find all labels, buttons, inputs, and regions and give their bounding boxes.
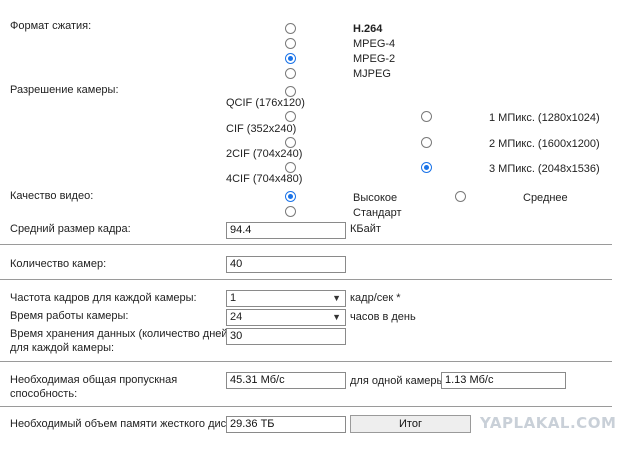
resolution-option-cif: CIF (352x240) xyxy=(226,123,297,135)
camera-count-field[interactable]: 40 xyxy=(226,256,346,273)
frame-size-label: Средний размер кадра: xyxy=(10,223,131,235)
bandwidth-per-camera-field[interactable]: 1.13 Мб/с xyxy=(441,372,566,389)
bandwidth-total-field[interactable]: 45.31 Мб/с xyxy=(226,372,346,389)
resolution-option-qcif: QCIF (176x120) xyxy=(226,97,305,109)
storage-days-field[interactable]: 30 xyxy=(226,328,346,345)
divider xyxy=(0,279,612,280)
disk-label: Необходимый объем памяти жесткого диска: xyxy=(10,418,241,430)
resolution-option-3mp: 3 МПикс. (2048x1536) xyxy=(489,163,600,175)
resolution-radio-3mp[interactable] xyxy=(421,162,432,173)
resolution-radio-cif[interactable] xyxy=(285,111,296,122)
resolution-option-2mp: 2 МПикс. (1600x1200) xyxy=(489,138,600,150)
total-button[interactable]: Итог xyxy=(350,415,471,433)
fps-select[interactable]: 1 ▼ xyxy=(226,290,346,307)
resolution-radio-1mp[interactable] xyxy=(421,111,432,122)
camera-count-label: Количество камер: xyxy=(10,258,107,270)
compression-option-mjpeg: MJPEG xyxy=(353,68,391,80)
compression-radio-mpeg4[interactable] xyxy=(285,38,296,49)
work-time-select[interactable]: 24 ▼ xyxy=(226,309,346,326)
resolution-radio-qcif[interactable] xyxy=(285,86,296,97)
chevron-down-icon: ▼ xyxy=(332,312,341,322)
quality-radio-standard[interactable] xyxy=(285,206,296,217)
quality-radio-high[interactable] xyxy=(285,191,296,202)
storage-days-label-line1: Время хранения данных (количество дней) xyxy=(10,328,232,340)
quality-option-standard: Стандарт xyxy=(353,207,402,219)
compression-label: Формат сжатия: xyxy=(10,20,92,32)
fps-select-value: 1 xyxy=(230,292,237,304)
resolution-option-4cif: 4CIF (704x480) xyxy=(226,173,303,185)
divider xyxy=(0,244,612,245)
resolution-option-2cif: 2CIF (704x240) xyxy=(226,148,303,160)
quality-label: Качество видео: xyxy=(10,190,94,202)
compression-option-mpeg2: MPEG-2 xyxy=(353,53,396,65)
quality-radio-medium[interactable] xyxy=(455,191,466,202)
divider xyxy=(0,361,612,362)
compression-option-h264: H.264 xyxy=(353,23,383,35)
quality-option-high: Высокое xyxy=(353,192,398,204)
bandwidth-per-camera-label: для одной камеры: xyxy=(350,375,448,387)
bandwidth-label-line1: Необходимая общая пропускная xyxy=(10,374,178,386)
chevron-down-icon: ▼ xyxy=(332,293,341,303)
resolution-radio-4cif[interactable] xyxy=(285,162,296,173)
resolution-option-1mp: 1 МПикс. (1280x1024) xyxy=(489,112,600,124)
work-time-label: Время работы камеры: xyxy=(10,310,129,322)
bandwidth-label-line2: способность: xyxy=(10,388,78,400)
frame-size-unit: КБайт xyxy=(350,223,381,235)
compression-radio-mjpeg[interactable] xyxy=(285,68,296,79)
disk-field[interactable]: 29.36 ТБ xyxy=(226,416,346,433)
watermark-logo: YAPLAKAL.COM xyxy=(480,414,617,432)
fps-label: Частота кадров для каждой камеры: xyxy=(10,292,197,304)
fps-unit: кадр/сек * xyxy=(350,292,401,304)
resolution-radio-2mp[interactable] xyxy=(421,137,432,148)
compression-radio-h264[interactable] xyxy=(285,23,296,34)
resolution-radio-2cif[interactable] xyxy=(285,137,296,148)
compression-radio-mpeg2[interactable] xyxy=(285,53,296,64)
work-time-select-value: 24 xyxy=(230,311,243,323)
storage-days-label-line2: для каждой камеры: xyxy=(10,342,115,354)
frame-size-field[interactable]: 94.4 xyxy=(226,222,346,239)
compression-option-mpeg4: MPEG-4 xyxy=(353,38,396,50)
quality-option-medium: Среднее xyxy=(523,192,568,204)
divider xyxy=(0,406,612,407)
resolution-label: Разрешение камеры: xyxy=(10,84,119,96)
work-time-unit: часов в день xyxy=(350,311,416,323)
